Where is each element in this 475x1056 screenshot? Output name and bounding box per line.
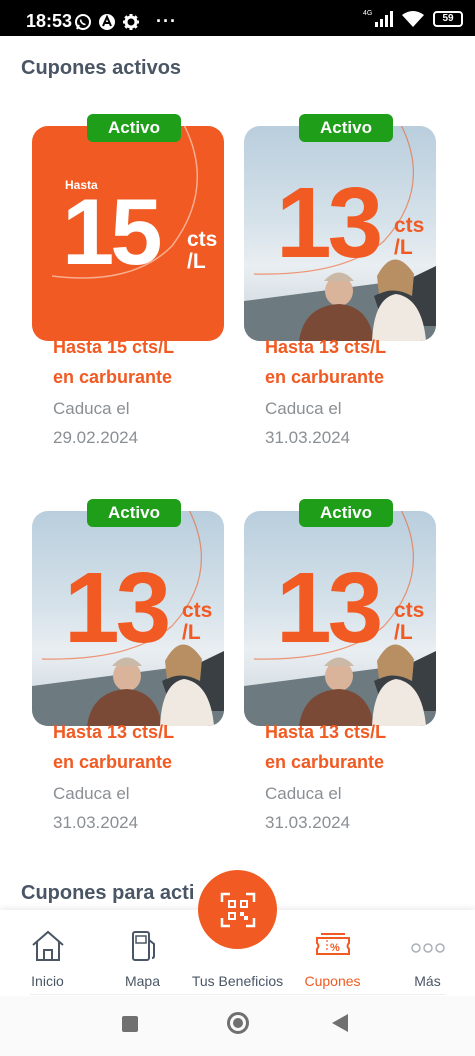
art-unit-top: cts (394, 214, 425, 237)
qr-code-icon (220, 892, 256, 928)
signal-icon: 4G (363, 10, 393, 28)
art-unit-bottom: /L (187, 250, 206, 273)
coupon-title-line2: en carburante (53, 752, 173, 772)
system-nav-bar (0, 996, 475, 1056)
status-badge: Activo (299, 499, 393, 527)
art-number: 13 (64, 552, 171, 664)
nav-item-inicio[interactable]: Inicio (0, 910, 95, 996)
coupon-image: 13 cts /L (244, 126, 436, 341)
home-icon (32, 930, 64, 961)
coupon-expiry: Caduca el 31.03.2024 (265, 779, 455, 837)
coupon-title-line1: Hasta 15 cts/L (53, 337, 175, 357)
art-number: 15 (62, 179, 163, 284)
coupon-card[interactable]: Activo 13 cts /L Hasta 13 cts/L en carbu… (244, 471, 436, 832)
coupon-title-line1: Hasta 13 cts/L (265, 722, 387, 742)
nav-item-cupones[interactable]: % Cupones (285, 910, 380, 996)
art-unit-bottom: /L (394, 621, 413, 644)
status-time: 18:53 (26, 11, 73, 31)
coupon-title-line1: Hasta 13 cts/L (265, 337, 387, 357)
battery-icon: 59 (433, 11, 463, 27)
home-button[interactable] (227, 1012, 249, 1034)
status-bar: 18:53 ··· 4G 59 (0, 0, 475, 36)
coupons-content[interactable]: Cupones activos Activo Hasta 15 cts /L H… (0, 36, 475, 910)
art-unit-bottom: /L (182, 621, 201, 644)
settings-icon (123, 13, 139, 30)
coupon-expiry-date: 31.03.2024 (265, 428, 351, 447)
coupon-expiry-date: 31.03.2024 (53, 813, 139, 832)
status-badge: Activo (87, 114, 181, 142)
art-unit-top: cts (182, 599, 213, 622)
coupon-icon: % (316, 933, 350, 955)
coupon-image: Hasta 15 cts /L (32, 126, 224, 341)
nav-label: Tus Beneficios (191, 973, 284, 989)
coupon-expiry: Caduca el 31.03.2024 (53, 779, 243, 837)
section-title-to-activate: Cupones para acti (21, 882, 195, 904)
coupon-expiry: Caduca el 31.03.2024 (265, 394, 455, 452)
coupon-title-line2: en carburante (265, 367, 385, 387)
coupon-expiry: Caduca el 29.02.2024 (53, 394, 243, 452)
coupon-expiry-label: Caduca el (53, 399, 130, 418)
coupon-title: Hasta 15 cts/L en carburante (53, 332, 243, 392)
coupon-card[interactable]: Activo 13 cts /L Hasta 13 cts/L en carbu… (32, 471, 224, 832)
coupon-card[interactable]: Activo Hasta 15 cts /L Hasta 15 cts/L en… (32, 86, 224, 447)
art-unit-bottom: /L (394, 236, 413, 259)
coupon-title-line1: Hasta 13 cts/L (53, 722, 175, 742)
section-title-active: Cupones activos (21, 57, 182, 79)
nav-label: Cupones (304, 973, 361, 989)
app-icon (99, 13, 115, 30)
qr-fab-button[interactable] (198, 870, 277, 949)
wifi-icon (402, 11, 424, 27)
nav-label: Inicio (31, 973, 64, 989)
nav-item-mas[interactable]: Más (380, 910, 475, 996)
coupon-title: Hasta 13 cts/L en carburante (265, 332, 455, 392)
divider (30, 994, 445, 995)
art-unit-top: cts (187, 228, 218, 251)
more-icon: ··· (156, 11, 177, 31)
more-dots-icon (411, 943, 445, 953)
svg-text:%: % (330, 942, 340, 954)
coupon-card[interactable]: Activo 13 cts /L Hasta 13 cts/L en carbu… (244, 86, 436, 447)
art-unit-top: cts (394, 599, 425, 622)
status-left-icons: ··· (74, 11, 177, 32)
coupon-expiry-date: 31.03.2024 (265, 813, 351, 832)
coupon-expiry-label: Caduca el (265, 784, 342, 803)
back-button[interactable] (332, 1014, 348, 1032)
fuel-pump-icon (132, 931, 155, 961)
nav-item-mapa[interactable]: Mapa (95, 910, 190, 996)
coupon-expiry-label: Caduca el (53, 784, 130, 803)
coupon-title-line2: en carburante (265, 752, 385, 772)
status-right-icons: 4G 59 (363, 10, 463, 28)
art-number: 13 (276, 167, 383, 279)
whatsapp-icon (75, 13, 91, 30)
coupon-title: Hasta 13 cts/L en carburante (265, 717, 455, 777)
coupon-image: 13 cts /L (32, 511, 224, 726)
status-badge: Activo (299, 114, 393, 142)
recent-apps-button[interactable] (122, 1016, 138, 1032)
nav-label: Más (414, 973, 441, 989)
nav-label: Mapa (124, 973, 161, 989)
coupon-expiry-label: Caduca el (265, 399, 342, 418)
coupon-title-line2: en carburante (53, 367, 173, 387)
coupon-expiry-date: 29.02.2024 (53, 428, 139, 447)
status-badge: Activo (87, 499, 181, 527)
art-number: 13 (276, 552, 383, 664)
coupon-image: 13 cts /L (244, 511, 436, 726)
coupon-title: Hasta 13 cts/L en carburante (53, 717, 243, 777)
